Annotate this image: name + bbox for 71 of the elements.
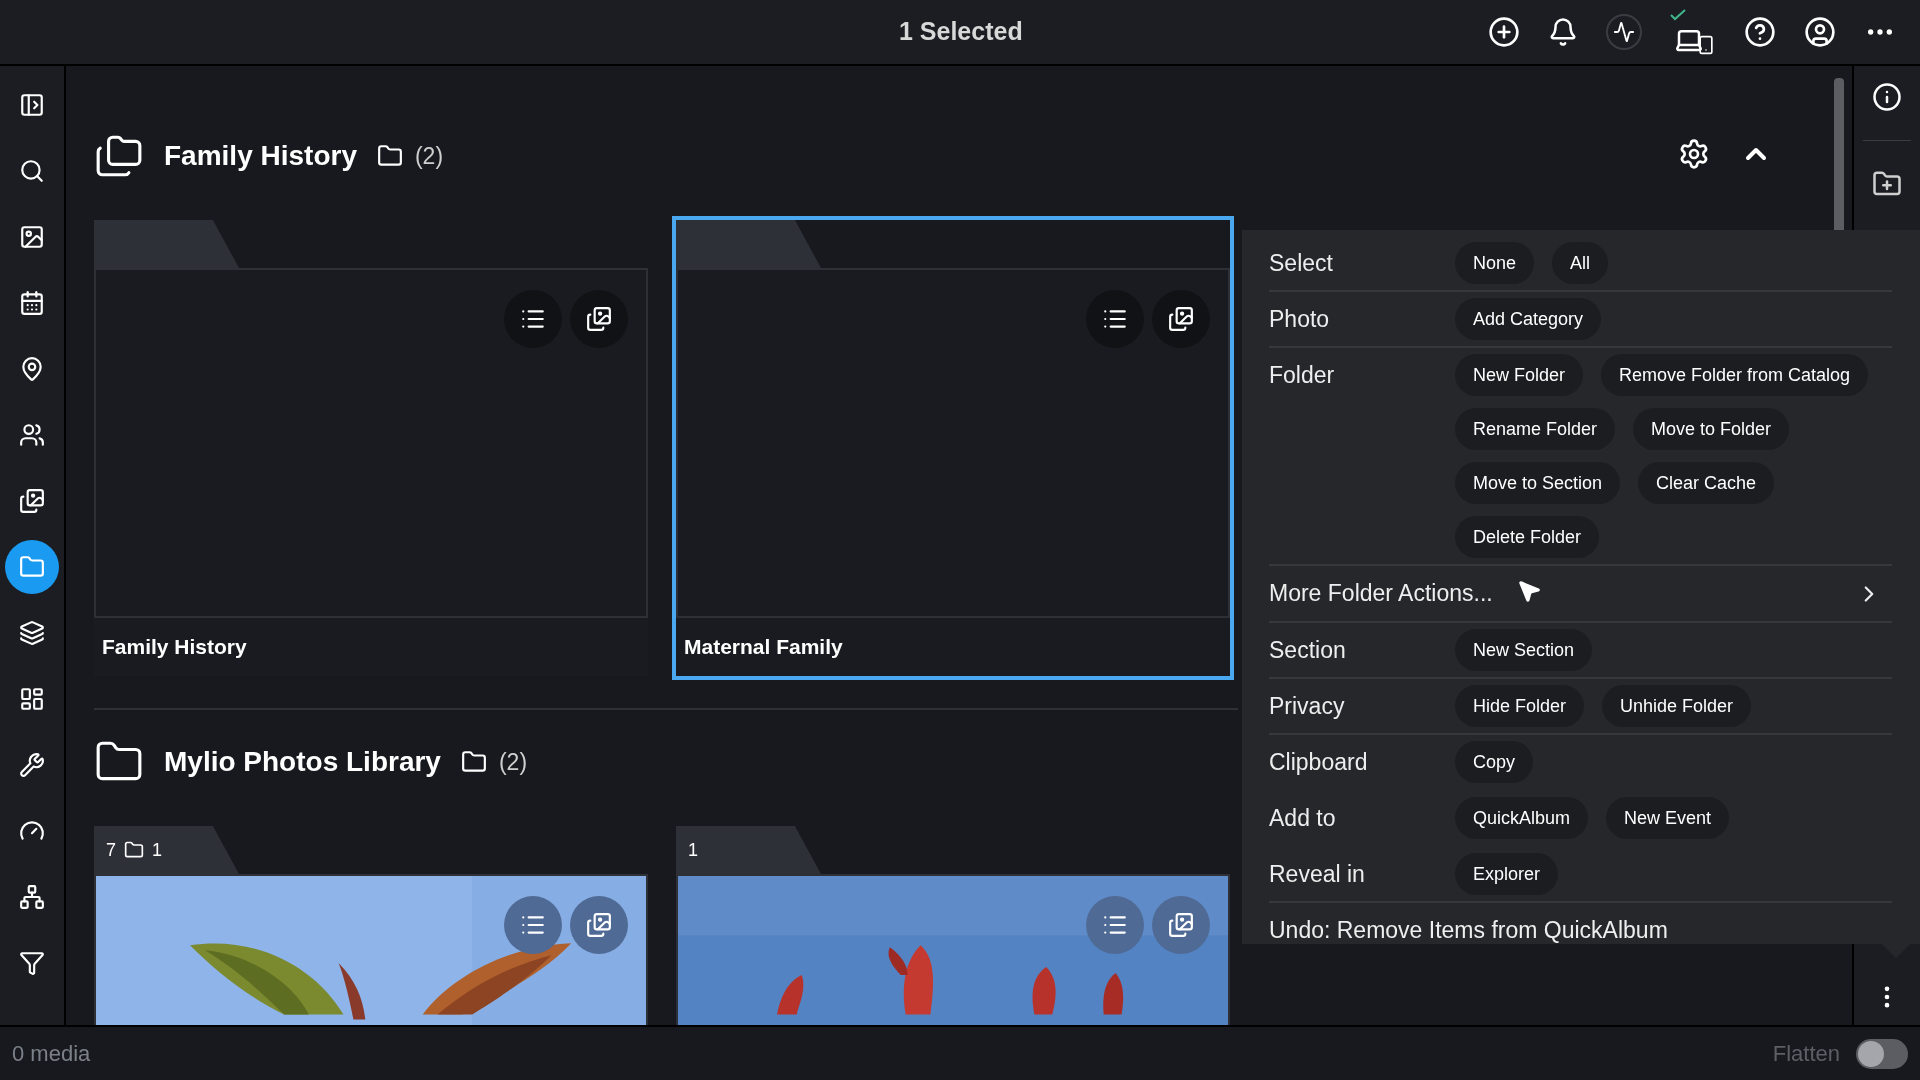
folder-icon (124, 840, 144, 860)
settings-icon[interactable] (1678, 138, 1710, 170)
search-icon (19, 158, 45, 184)
menu-action-button[interactable]: New Folder (1455, 354, 1584, 396)
folder-count: (2) (414, 141, 444, 171)
image-icon (19, 224, 45, 250)
map-pin-icon (19, 356, 45, 382)
album-icon (19, 488, 45, 514)
tools-icon (19, 752, 45, 778)
section-title: Mylio Photos Library (164, 745, 441, 779)
menu-action-button[interactable]: Clear Cache (1638, 462, 1775, 504)
menu-item[interactable]: Undo: Remove Items from QuickAlbum (1269, 903, 1892, 958)
menu-action-button[interactable]: Move to Section (1455, 462, 1621, 504)
menu-group-label: Section (1269, 636, 1347, 665)
menu-group-label: Reveal in (1269, 860, 1366, 889)
menu-action-button[interactable]: New Section (1455, 629, 1593, 671)
gallery-icon (586, 912, 612, 938)
media-count: 7 (106, 838, 116, 862)
menu-action-button[interactable]: None (1455, 242, 1535, 284)
account-icon[interactable] (1804, 16, 1836, 48)
people-icon (19, 422, 45, 448)
folder-card[interactable]: Maternal Family (672, 216, 1234, 680)
menu-action-button[interactable]: New Event (1606, 797, 1730, 839)
folder-icon (460, 749, 487, 775)
mouse-cursor-icon (1516, 578, 1542, 604)
folder-count: 1 (152, 838, 163, 862)
flatten-label: Flatten (1772, 1040, 1840, 1068)
menu-action-button[interactable]: QuickAlbum (1455, 797, 1589, 839)
media-count: 0 media (12, 1040, 91, 1068)
folder-card[interactable]: Family History (90, 216, 652, 680)
info-icon[interactable] (1872, 82, 1902, 112)
media-count: 1 (688, 838, 698, 862)
add-icon[interactable] (1488, 16, 1520, 48)
gallery-icon (1168, 912, 1194, 938)
menu-action-button[interactable]: Add Category (1455, 298, 1602, 340)
dashboard-icon (19, 686, 45, 712)
menu-item[interactable]: More Folder Actions... (1269, 566, 1892, 621)
stacked-squares-icon (19, 620, 45, 646)
menu-group-label: Clipboard (1269, 748, 1369, 777)
section-title: Family History (164, 139, 357, 173)
window-title: 1 Selected (899, 16, 1023, 48)
folder-icon (376, 143, 403, 169)
folder-count: (2) (498, 747, 528, 777)
menu-group-label: Add to (1269, 804, 1337, 833)
help-icon[interactable] (1744, 16, 1776, 48)
menu-action-button[interactable]: Delete Folder (1455, 516, 1600, 558)
menu-action-button[interactable]: Remove Folder from Catalog (1601, 354, 1869, 396)
menu-action-button[interactable]: Rename Folder (1455, 408, 1616, 450)
menu-action-button[interactable]: Unhide Folder (1602, 685, 1752, 727)
menu-group-label: Privacy (1269, 692, 1346, 721)
panel-toggle-icon (19, 92, 45, 118)
gallery-icon (1168, 306, 1194, 332)
menu-action-button[interactable]: Hide Folder (1455, 685, 1585, 727)
hierarchy-icon (19, 884, 45, 910)
sidebar-item[interactable] (5, 540, 59, 594)
menu-group-label: Folder (1269, 361, 1336, 390)
menu-group-label: Select (1269, 249, 1334, 278)
gallery-icon (586, 306, 612, 332)
bell-icon[interactable] (1548, 17, 1578, 47)
folder-name: Maternal Family (684, 634, 843, 661)
menu-action-button[interactable]: Explorer (1455, 853, 1559, 895)
filter-icon (19, 950, 45, 976)
folder-name: Family History (102, 634, 247, 661)
activity-icon[interactable] (1606, 14, 1642, 50)
menu-action-button[interactable]: Move to Folder (1633, 408, 1790, 450)
calendar-icon (19, 290, 45, 316)
devices-icon[interactable] (1670, 9, 1716, 55)
folder-icon (19, 554, 45, 580)
menu-action-button[interactable]: Copy (1455, 741, 1534, 783)
menu-group-label: Photo (1269, 305, 1331, 334)
menu-action-button[interactable]: All (1552, 242, 1609, 284)
